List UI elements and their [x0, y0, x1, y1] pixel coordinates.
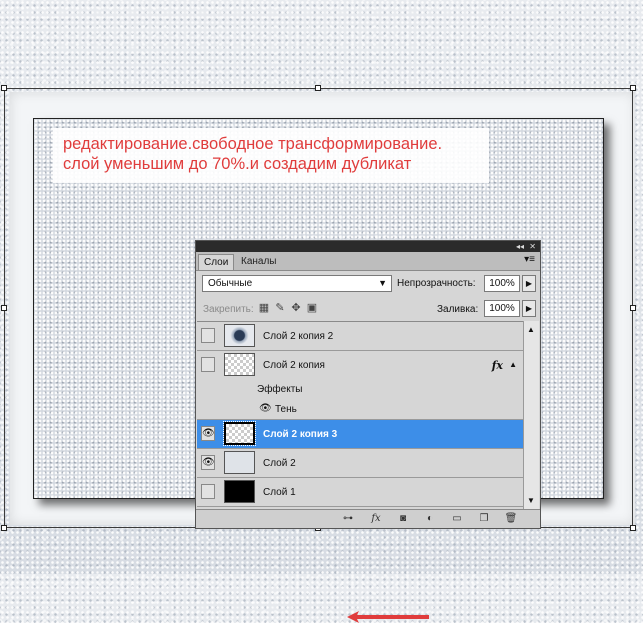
chevron-down-icon: ▼: [378, 278, 387, 288]
layer-name: Слой 2 копия 3: [263, 429, 338, 440]
layer-thumbnail: [224, 324, 255, 347]
layer-thumbnail: [224, 451, 255, 474]
transform-handle-top-center[interactable]: [315, 85, 321, 91]
layers-list: Слой 2 копия 2 Слой 2 копия fx ▲ Эффекты…: [197, 321, 523, 623]
visibility-toggle[interactable]: [201, 484, 215, 499]
scroll-down-icon[interactable]: ▼: [527, 496, 535, 505]
transform-handle-top-left[interactable]: [1, 85, 7, 91]
panel-menu-icon[interactable]: ▾≡: [524, 254, 535, 265]
caption-line-1: редактирование.свободное трансформирован…: [63, 135, 443, 153]
fx-icon[interactable]: fx: [368, 512, 384, 526]
transform-handle-bottom-left[interactable]: [1, 525, 7, 531]
lock-icons: ▦ ✎ ✥ ▣: [256, 301, 320, 314]
opacity-slider-button[interactable]: ▶: [522, 275, 536, 292]
fill-slider-button[interactable]: ▶: [522, 300, 536, 317]
expand-effects-icon[interactable]: ▲: [509, 360, 517, 369]
folder-icon[interactable]: ▭: [449, 512, 465, 526]
mask-icon[interactable]: ◙: [395, 512, 411, 526]
adjustment-icon[interactable]: ◐: [422, 512, 438, 526]
layers-scrollbar[interactable]: ▲ ▼: [523, 321, 539, 509]
lock-label: Закрепить:: [203, 304, 254, 315]
layer-row[interactable]: Слой 2 копия fx ▲: [197, 351, 523, 380]
lock-brush-icon[interactable]: ✎: [272, 301, 288, 314]
tab-channels[interactable]: Каналы: [236, 254, 282, 270]
panel-tabs: Слои Каналы ▾≡: [196, 252, 540, 271]
transform-handle-middle-right[interactable]: [630, 305, 636, 311]
layer-name: Слой 1: [263, 487, 296, 498]
blend-mode-select[interactable]: Обычные ▼: [202, 275, 392, 292]
layer-row[interactable]: 👁 Слой 2: [197, 449, 523, 478]
effects-label: Эффекты: [257, 384, 303, 395]
fx-icon[interactable]: fx: [492, 359, 503, 372]
layer-row[interactable]: Слой 2 копия 2: [197, 322, 523, 351]
visibility-toggle[interactable]: [201, 357, 215, 372]
layer-thumbnail: [224, 353, 255, 376]
panel-title-bar[interactable]: ◂◂ ✕: [196, 241, 540, 252]
fill-field[interactable]: 100%: [484, 300, 520, 317]
link-icon[interactable]: ⊶: [340, 512, 356, 526]
visibility-toggle[interactable]: 👁: [201, 426, 215, 441]
instruction-caption: редактирование.свободное трансформирован…: [53, 128, 489, 183]
blend-mode-value: Обычные: [208, 278, 253, 289]
opacity-label: Непрозрачность:: [397, 278, 476, 289]
close-icon[interactable]: ✕: [529, 241, 536, 252]
eye-icon[interactable]: 👁: [259, 403, 272, 414]
visibility-toggle[interactable]: 👁: [201, 455, 215, 470]
visibility-toggle[interactable]: [201, 328, 215, 343]
lock-all-icon[interactable]: ▣: [304, 301, 320, 314]
layers-panel: ◂◂ ✕ Слои Каналы ▾≡ Обычные ▼ Непрозрачн…: [195, 240, 541, 623]
layer-name: Слой 2 копия: [263, 360, 325, 371]
layer-name: Слой 2: [263, 458, 296, 469]
trash-icon[interactable]: 🗑: [503, 512, 519, 526]
layer-name: Слой 2 копия 2: [263, 331, 334, 342]
layer-thumbnail: [223, 421, 256, 446]
shadow-effect-label[interactable]: Тень: [275, 404, 297, 415]
transform-handle-bottom-right[interactable]: [630, 525, 636, 531]
layer-thumbnail: [224, 480, 255, 503]
layer-row-selected[interactable]: 👁 Слой 2 копия 3: [197, 420, 523, 623]
collapse-icon[interactable]: ◂◂: [516, 241, 524, 252]
tab-layers[interactable]: Слои: [198, 254, 235, 270]
panel-bottom-toolbar: ⊶ fx ◙ ◐ ▭ ❐ 🗑: [196, 509, 540, 528]
lock-move-icon[interactable]: ✥: [288, 301, 304, 314]
lock-transparency-icon[interactable]: ▦: [256, 301, 272, 314]
fill-label: Заливка:: [437, 304, 479, 315]
transform-handle-top-right[interactable]: [630, 85, 636, 91]
layer-row[interactable]: Слой 1: [197, 478, 523, 507]
new-layer-icon[interactable]: ❐: [476, 512, 492, 526]
opacity-field[interactable]: 100%: [484, 275, 520, 292]
scroll-up-icon[interactable]: ▲: [527, 325, 535, 334]
red-arrow-annotation: [347, 611, 429, 623]
caption-line-2: слой уменьшим до 70%.и создадим дубликат: [63, 155, 412, 173]
transform-handle-middle-left[interactable]: [1, 305, 7, 311]
